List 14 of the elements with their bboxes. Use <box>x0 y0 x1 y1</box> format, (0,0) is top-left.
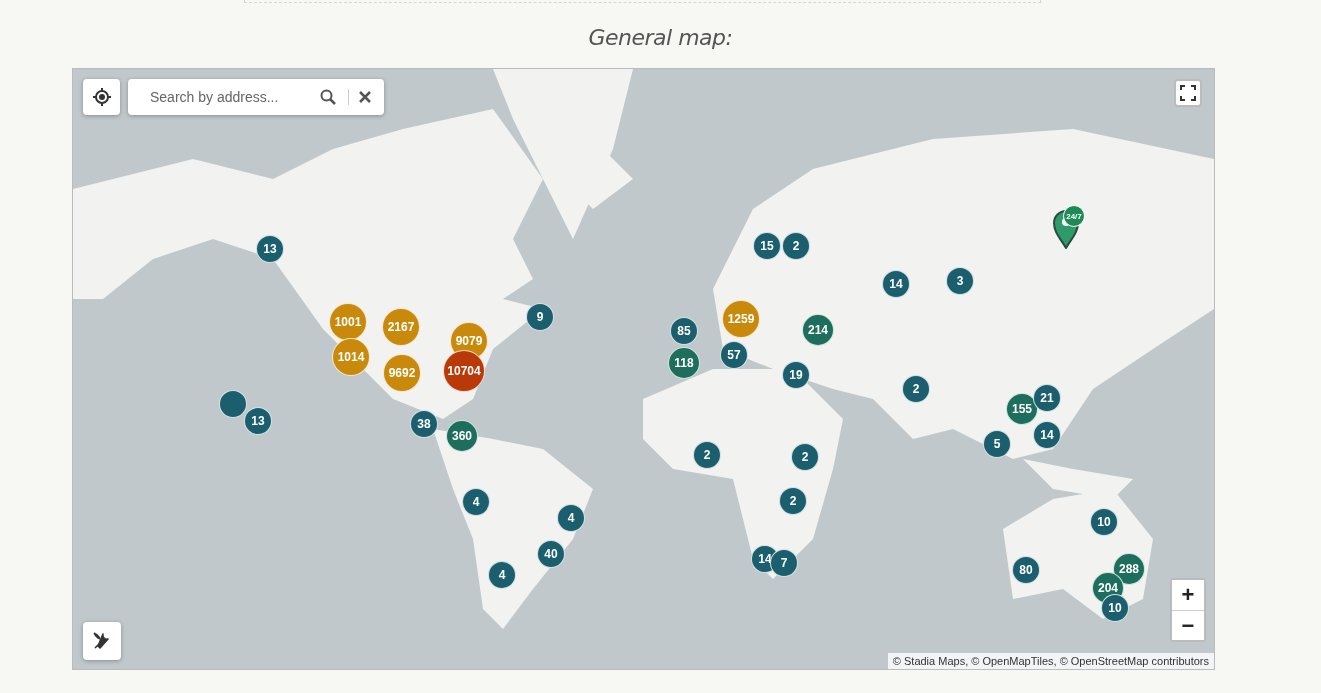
locate-button[interactable] <box>83 79 120 115</box>
locate-icon <box>91 87 112 107</box>
map-attribution: © Stadia Maps, © OpenMapTiles, © OpenStreetMap contributors <box>887 653 1214 669</box>
section-heading: General map: <box>587 25 734 50</box>
zoom-out-button[interactable]: − <box>1172 610 1204 640</box>
close-icon <box>359 91 371 103</box>
fullscreen-icon <box>1180 85 1196 101</box>
search-bar[interactable]: Search by address... <box>128 79 384 115</box>
tools-button[interactable] <box>83 622 121 660</box>
fullscreen-button[interactable] <box>1174 79 1202 107</box>
search-field[interactable]: Search by address... <box>148 88 312 106</box>
clear-button[interactable] <box>359 91 371 103</box>
search-button[interactable] <box>320 89 336 105</box>
search-icon <box>320 89 336 105</box>
